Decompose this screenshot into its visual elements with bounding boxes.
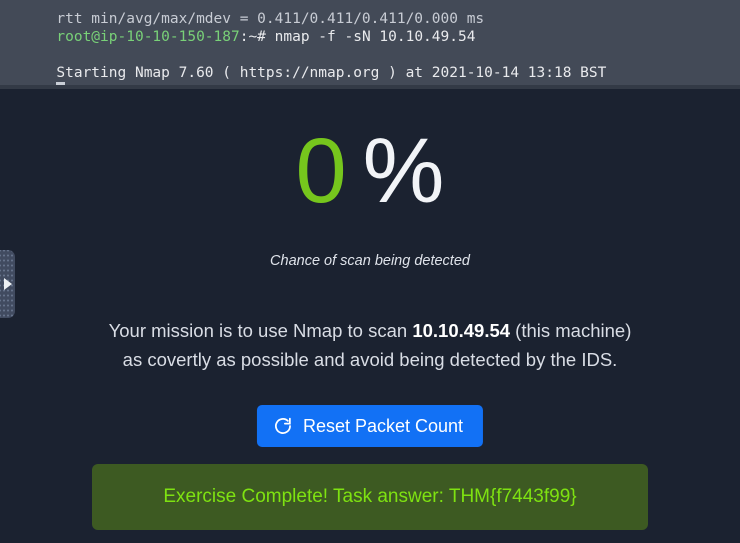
app-screen: rtt min/avg/max/mdev = 0.411/0.411/0.411…	[0, 0, 740, 543]
detection-percentage-caption: Chance of scan being detected	[270, 253, 470, 269]
exercise-complete-banner: Exercise Complete! Task answer: THM{f744…	[92, 464, 648, 530]
task-content-area: 0% Chance of scan being detected Your mi…	[0, 89, 740, 543]
mission-statement: Your mission is to use Nmap to scan 10.1…	[70, 316, 670, 374]
detection-percentage: 0%	[0, 119, 740, 224]
refresh-icon	[273, 416, 293, 436]
mission-line1-suffix: (this machine)	[510, 320, 632, 341]
detection-percentage-value: 0	[295, 120, 347, 222]
mission-line1-prefix: Your mission is to use Nmap to scan	[108, 320, 413, 341]
terminal-prompt-sign: :~#	[239, 29, 275, 45]
reset-packet-count-label: Reset Packet Count	[302, 415, 464, 436]
terminal-line-text: rtt min/avg/max/mdev = 0.411/0.411/0.411…	[56, 11, 485, 27]
exercise-complete-text: Exercise Complete! Task answer: THM{f744…	[163, 486, 577, 507]
percent-sign: %	[362, 120, 445, 222]
mission-line2: as covertly as possible and avoid being …	[122, 349, 618, 370]
terminal-command: nmap -f -sN 10.10.49.54	[274, 29, 476, 45]
terminal-line-ping-stats: rtt min/avg/max/mdev = 0.411/0.411/0.411…	[4, 0, 736, 27]
reset-packet-count-button[interactable]: Reset Packet Count	[256, 405, 484, 447]
terminal-line-nmap-start: Starting Nmap 7.60 ( https://nmap.org ) …	[4, 46, 736, 81]
mission-target-ip: 10.10.49.54	[412, 320, 511, 341]
terminal-prompt-userhost: root@ip-10-10-150-187	[56, 29, 240, 45]
chevron-right-icon	[4, 278, 12, 290]
sidebar-expand-handle[interactable]	[0, 250, 15, 318]
terminal-line-text: Starting Nmap 7.60 ( https://nmap.org ) …	[56, 65, 607, 81]
terminal-pane[interactable]: rtt min/avg/max/mdev = 0.411/0.411/0.411…	[0, 0, 740, 88]
